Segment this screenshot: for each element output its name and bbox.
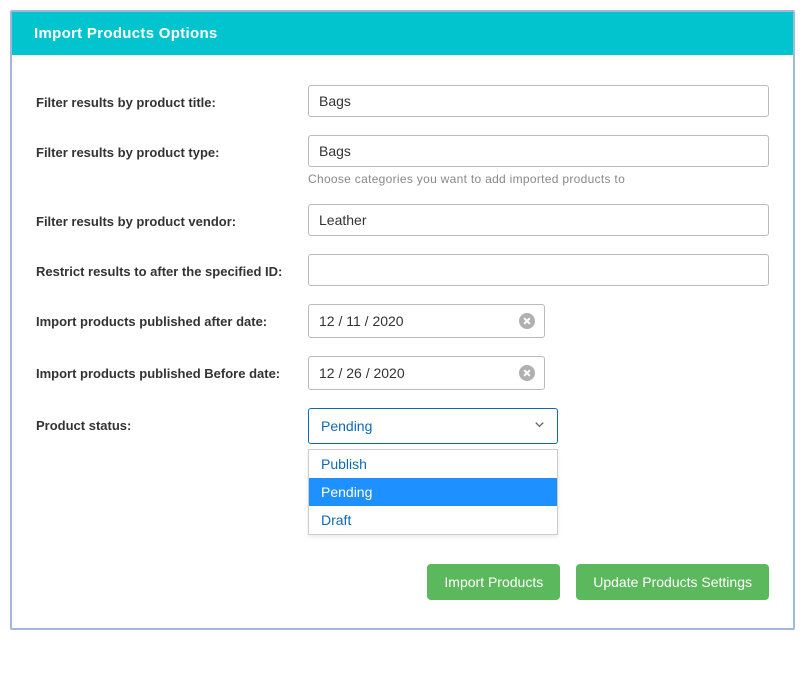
dropdown-item-publish[interactable]: Publish: [309, 450, 557, 478]
control-restrict-id: [308, 254, 769, 286]
control-filter-title: [308, 85, 769, 117]
date-wrap-before: [308, 356, 545, 390]
label-product-status: Product status:: [36, 408, 308, 436]
input-published-after[interactable]: [308, 304, 545, 338]
label-filter-title: Filter results by product title:: [36, 85, 308, 113]
dropdown-item-draft[interactable]: Draft: [309, 506, 557, 534]
helper-filter-type: Choose categories you want to add import…: [308, 172, 769, 186]
label-published-after: Import products published after date:: [36, 304, 308, 332]
row-published-after: Import products published after date:: [36, 304, 769, 338]
row-filter-title: Filter results by product title:: [36, 85, 769, 117]
select-display-product-status[interactable]: Pending: [308, 408, 558, 444]
control-published-after: [308, 304, 769, 338]
panel-body: Filter results by product title: Filter …: [12, 55, 793, 628]
update-products-settings-button[interactable]: Update Products Settings: [576, 564, 769, 600]
row-published-before: Import products published Before date:: [36, 356, 769, 390]
select-product-status: Pending Publish Pending Draft: [308, 408, 558, 444]
clear-icon[interactable]: [519, 313, 535, 329]
panel-header: Import Products Options: [12, 12, 793, 55]
input-published-before[interactable]: [308, 356, 545, 390]
label-published-before: Import products published Before date:: [36, 356, 308, 384]
select-value: Pending: [321, 418, 372, 434]
row-product-status: Product status: Pending Publish Pending …: [36, 408, 769, 444]
control-filter-type: Choose categories you want to add import…: [308, 135, 769, 186]
chevron-down-icon: [532, 417, 547, 435]
input-filter-title[interactable]: [308, 85, 769, 117]
row-restrict-id: Restrict results to after the specified …: [36, 254, 769, 286]
import-products-panel: Import Products Options Filter results b…: [10, 10, 795, 630]
row-filter-type: Filter results by product type: Choose c…: [36, 135, 769, 186]
control-product-status: Pending Publish Pending Draft: [308, 408, 769, 444]
control-published-before: [308, 356, 769, 390]
label-filter-vendor: Filter results by product vendor:: [36, 204, 308, 232]
button-row: Import Products Update Products Settings: [36, 564, 769, 600]
input-filter-vendor[interactable]: [308, 204, 769, 236]
panel-title: Import Products Options: [34, 25, 218, 42]
input-filter-type[interactable]: [308, 135, 769, 167]
label-filter-type: Filter results by product type:: [36, 135, 308, 163]
date-wrap-after: [308, 304, 545, 338]
dropdown-menu-product-status: Publish Pending Draft: [308, 449, 558, 535]
input-restrict-id[interactable]: [308, 254, 769, 286]
row-filter-vendor: Filter results by product vendor:: [36, 204, 769, 236]
dropdown-item-pending[interactable]: Pending: [309, 478, 557, 506]
import-products-button[interactable]: Import Products: [427, 564, 560, 600]
label-restrict-id: Restrict results to after the specified …: [36, 254, 308, 282]
clear-icon[interactable]: [519, 365, 535, 381]
control-filter-vendor: [308, 204, 769, 236]
